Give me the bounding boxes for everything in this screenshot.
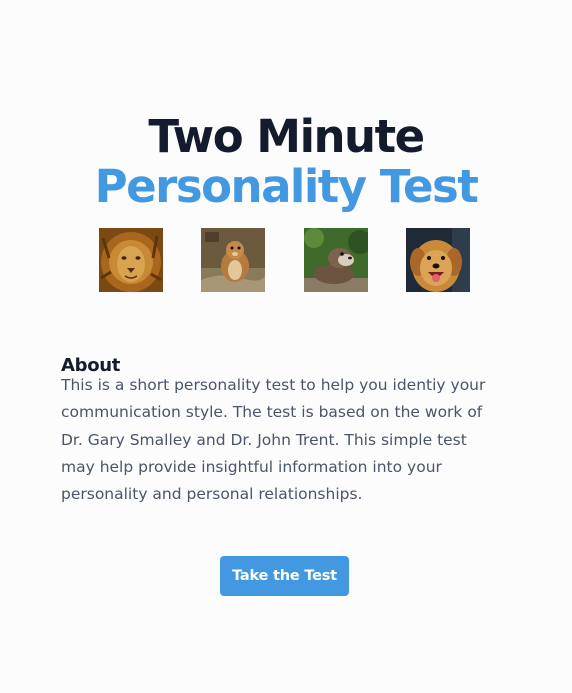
about-line: personality and personal relationships.	[61, 485, 363, 504]
title-line-1: Two Minute	[148, 110, 425, 164]
lion-image	[99, 228, 163, 292]
title-line-2: Personality Test	[94, 160, 479, 214]
page-title: Two Minute Personality Test	[0, 112, 572, 212]
take-the-test-button[interactable]: Take the Test	[220, 556, 349, 596]
about-line: Dr. Gary Smalley and Dr. John Trent. Thi…	[61, 430, 467, 449]
golden-retriever-image	[406, 228, 470, 292]
about-description: This is a short personality test to help…	[61, 372, 511, 508]
about-line: communication style. The test is based o…	[61, 403, 483, 422]
marmot-image	[201, 228, 265, 292]
animal-images-row	[0, 228, 572, 292]
otter-image	[304, 228, 368, 292]
about-line: This is a short personality test to help…	[61, 376, 486, 394]
about-line: may help provide insightful information …	[61, 457, 442, 476]
